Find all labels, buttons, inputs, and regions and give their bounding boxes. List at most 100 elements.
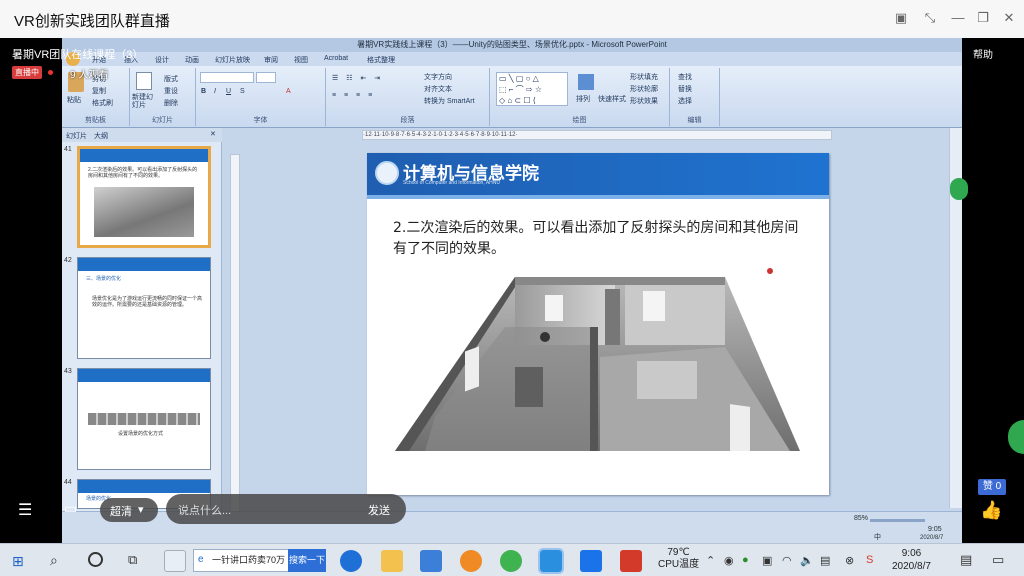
store-icon[interactable] xyxy=(420,550,442,572)
find-button[interactable]: 查找 xyxy=(678,72,692,82)
close-button[interactable]: ✕ xyxy=(1001,10,1017,26)
tray-wps-icon[interactable]: S xyxy=(866,554,873,566)
danmaku-icon[interactable]: ☰ xyxy=(18,500,32,520)
zoom-slider[interactable] xyxy=(870,519,925,522)
windows-taskbar: ⊞ ⌕ ⧉ 一针讲口药卖70万 e 搜索一下 79℃ CPU温度 ⌃ ◉ ● ▣… xyxy=(0,543,1024,576)
tab-slides[interactable]: 幻灯片 xyxy=(66,131,87,141)
text-direction-button[interactable]: 文字方向 xyxy=(424,72,452,82)
close-panel-icon[interactable]: ✕ xyxy=(210,130,216,138)
help-link[interactable]: 帮助 xyxy=(973,46,993,61)
pin-icon[interactable]: ▣ xyxy=(893,10,909,26)
slide-thumbnail-43[interactable]: 设置场景的优化方式 xyxy=(77,368,211,470)
chevron-down-icon[interactable]: ▾ xyxy=(138,503,144,516)
quick-styles-button[interactable]: 快速样式 xyxy=(598,94,626,104)
tab-review[interactable]: 审阅 xyxy=(264,55,278,65)
shape-outline-button[interactable]: 形状轮廓 xyxy=(630,84,658,94)
tab-view[interactable]: 视图 xyxy=(294,55,308,65)
new-slide-button[interactable]: 新建幻灯片 xyxy=(132,94,158,110)
school-logo-icon xyxy=(375,161,399,185)
thumb-text: 三、场景的优化 xyxy=(86,276,122,282)
reset-button[interactable]: 重设 xyxy=(164,86,178,96)
tray-chat-icon[interactable]: ▣ xyxy=(762,554,772,567)
smartart-button[interactable]: 转换为 SmartArt xyxy=(424,96,475,106)
slide-thumbnail-41[interactable]: 2.二次渲染后的效果。可以看出添加了反射探头的房间和其他房间有了不同的效果。 xyxy=(77,146,211,248)
edge-icon[interactable] xyxy=(340,550,362,572)
current-slide[interactable]: 计算机与信息学院 School of Computer and Informat… xyxy=(367,153,829,495)
group-label-font: 字体 xyxy=(253,117,268,124)
search-now-button[interactable]: 搜索一下 xyxy=(288,549,326,572)
like-thumb-icon[interactable]: 👍 xyxy=(980,500,1002,521)
fan-app-icon[interactable] xyxy=(164,550,186,572)
font-size-select[interactable] xyxy=(256,72,276,83)
layout-button[interactable]: 版式 xyxy=(164,74,178,84)
italic-icon[interactable]: I xyxy=(214,88,216,95)
minimize-button[interactable]: — xyxy=(950,10,966,26)
underline-icon[interactable]: U xyxy=(226,88,231,95)
tab-outline[interactable]: 大纲 xyxy=(94,131,108,141)
notes-icon[interactable]: ▤ xyxy=(960,552,972,568)
arrange-button[interactable]: 排列 xyxy=(576,94,590,104)
thumb-text: 2.二次渲染后的效果。可以看出添加了反射探头的房间和其他房间有了不同的效果。 xyxy=(88,167,198,179)
browser-360-icon[interactable] xyxy=(500,550,522,572)
volume-icon[interactable]: 🔈 xyxy=(800,554,814,567)
comment-input[interactable]: 说点什么... 发送 xyxy=(166,494,406,524)
copy-button[interactable]: 复制 xyxy=(92,86,106,96)
tab-format[interactable]: 格式整理 xyxy=(367,55,395,65)
school-name-en: School of Computer and Information, AHNU xyxy=(403,180,500,186)
cpu-label: CPU温度 xyxy=(658,559,700,570)
tray-app-icon[interactable]: ◉ xyxy=(724,554,734,567)
paste-button[interactable]: 粘贴 xyxy=(67,95,81,105)
feishu-icon[interactable] xyxy=(538,548,564,574)
action-center-icon[interactable]: ▭ xyxy=(992,552,1004,568)
format-painter-button[interactable]: 格式刷 xyxy=(92,98,113,108)
shape-fill-button[interactable]: 形状填充 xyxy=(630,72,658,82)
chevron-up-icon[interactable]: ⌃ xyxy=(706,554,715,567)
vertical-ruler xyxy=(230,154,240,512)
send-button[interactable]: 发送 xyxy=(368,502,390,518)
slide-number: 42 xyxy=(64,257,72,264)
group-editing: 查找 替换 选择 编辑 xyxy=(670,68,720,126)
align-icons[interactable]: ≡ ≡ ≡ ≡ xyxy=(332,92,375,99)
group-slides: 新建幻灯片 版式 重设 删除 幻灯片 xyxy=(130,68,196,126)
tab-acrobat[interactable]: Acrobat xyxy=(324,55,348,62)
maximize-button[interactable]: ❐ xyxy=(975,10,991,26)
network-icon[interactable]: ▤ xyxy=(820,554,830,567)
file-explorer-icon[interactable] xyxy=(381,550,403,572)
tray-close-icon[interactable]: ⊗ xyxy=(845,554,854,567)
system-clock[interactable]: 9:06 2020/8/7 xyxy=(892,547,931,573)
phone-app-icon[interactable] xyxy=(580,550,602,572)
align-text-button[interactable]: 对齐文本 xyxy=(424,84,452,94)
quality-select[interactable]: 超清 xyxy=(110,503,132,519)
replace-button[interactable]: 替换 xyxy=(678,84,692,94)
group-label-clipboard: 剪贴板 xyxy=(85,117,106,124)
tab-slideshow[interactable]: 幻灯片放映 xyxy=(215,55,250,65)
list-icons[interactable]: ☰ ☷ ⇤ ⇥ xyxy=(332,74,383,82)
like-count: 赞 0 xyxy=(978,479,1006,495)
floating-widget-icon[interactable] xyxy=(950,178,968,200)
tab-animation[interactable]: 动画 xyxy=(185,55,199,65)
slide-number: 41 xyxy=(64,146,72,153)
windows-start-icon[interactable]: ⊞ xyxy=(12,553,24,570)
task-view-icon[interactable]: ⧉ xyxy=(128,552,137,568)
firefox-icon[interactable] xyxy=(460,550,482,572)
slide-body-text: 2.二次渲染后的效果。可以看出添加了反射探头的房间和其他房间有了不同的效果。 xyxy=(393,220,799,257)
select-button[interactable]: 选择 xyxy=(678,96,692,106)
font-name-select[interactable] xyxy=(200,72,254,83)
wps-icon[interactable] xyxy=(620,550,642,572)
slide-header-banner: 计算机与信息学院 School of Computer and Informat… xyxy=(367,153,829,199)
panel-tabs: 幻灯片 大纲 ✕ xyxy=(62,128,222,142)
screen-icon[interactable]: ▭ xyxy=(64,500,77,517)
wifi-icon[interactable]: ◠ xyxy=(782,554,792,567)
delete-button[interactable]: 删除 xyxy=(164,98,178,108)
tray-security-icon[interactable]: ● xyxy=(742,554,749,566)
shrink-icon[interactable]: ⤡ xyxy=(922,10,938,26)
font-color-icon[interactable]: A xyxy=(286,88,291,95)
bold-icon[interactable]: B xyxy=(201,88,206,95)
shapes-gallery[interactable]: ▭ ╲ ▢ ○ △ ⬚ ⌐ ⌒ ⇨ ☆ ◇ ⌂ ⊂ ☐ ⟨ xyxy=(496,72,568,106)
shape-effect-button[interactable]: 形状效果 xyxy=(630,96,658,106)
search-icon[interactable]: ⌕ xyxy=(50,552,58,569)
slide-thumbnail-42[interactable]: 三、场景的优化 场景优化是为了游戏运行更流畅的同时保证一个高效的运作。所需要的还… xyxy=(77,257,211,359)
strikethrough-icon[interactable]: S xyxy=(240,88,245,95)
cortana-icon[interactable] xyxy=(88,552,103,567)
tab-design[interactable]: 设计 xyxy=(155,55,169,65)
